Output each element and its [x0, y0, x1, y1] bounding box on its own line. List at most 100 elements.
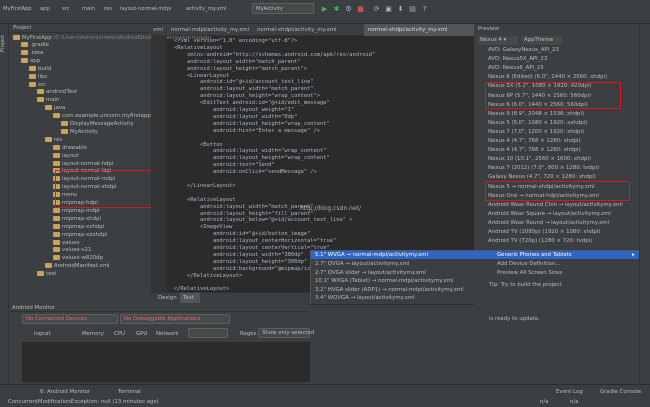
tree-item-label: values-v21	[62, 247, 92, 254]
device-option[interactable]: AVD: Nexus6_API_23	[480, 65, 544, 72]
popup-device-option[interactable]: 2.7" QVGA → layout/activitymy.xml	[315, 261, 409, 268]
device-option[interactable]: Android TV (720p) (1280 × 720: tvdpi)	[480, 238, 592, 245]
regex-checkbox[interactable]: Regex	[240, 331, 257, 338]
app-dropdown[interactable]: No Debuggable Applications	[120, 314, 230, 324]
folder-icon	[37, 89, 44, 95]
tree-item[interactable]: mipmap-xhdpi	[53, 215, 101, 223]
device-option[interactable]: AVD: Nexus5X_API_23	[480, 56, 547, 63]
device-option[interactable]: Nexus 9 (8.9", 2048 × 1536: xhdpi)	[480, 111, 584, 118]
tree-item[interactable]: .gradle	[21, 42, 49, 49]
tree-item[interactable]: layout-normal-hdpi	[53, 160, 113, 168]
tree-item[interactable]: AndroidManifest.xml	[45, 263, 110, 270]
tree-item[interactable]: test	[37, 271, 56, 278]
tree-item[interactable]: values-w820dp	[53, 255, 103, 262]
help-icon[interactable]: ?	[420, 5, 429, 14]
breadcrumb-layout[interactable]: layout-normal-mdpi	[120, 5, 171, 13]
tree-item[interactable]: app	[21, 57, 40, 65]
editor-tab-1[interactable]: normal-mdpi/activity_my.xml	[171, 27, 249, 34]
tree-item[interactable]: androidTest	[37, 89, 77, 96]
popup-add-device[interactable]: Add Device Definition...	[497, 261, 561, 268]
popup-device-option[interactable]: 3.4" WQVGA → layout/activitymy.xml	[315, 295, 415, 302]
monitor-tab-cpu[interactable]: CPU	[114, 331, 125, 338]
tree-item[interactable]: MyActivity	[61, 128, 98, 136]
tree-item[interactable]: layout	[53, 152, 79, 160]
theme-select-label: AppTheme	[524, 37, 554, 43]
run-icon[interactable]: ▶	[320, 5, 329, 14]
tree-item[interactable]: drawable	[53, 144, 87, 152]
popup-device-option[interactable]: 2.7" QVGA slider → layout/activitymy.xml	[315, 270, 426, 277]
device-option[interactable]: AVD: GalaxyNexus_API_23	[480, 47, 559, 54]
tool-tab-gradle-console[interactable]: Gradle Console	[600, 389, 641, 396]
code-line: android:layout_width="0dp"	[174, 113, 298, 120]
device-option[interactable]: Nexus 5 (5.0", 1080 × 1920: xxhdpi)	[480, 120, 587, 127]
device-option[interactable]: Android Wear Round Chin → layout/activit…	[480, 202, 623, 209]
tree-item[interactable]: DisplayMessageActivity	[61, 121, 134, 128]
tab-project[interactable]: Project	[0, 28, 9, 58]
popup-selected-item[interactable]: 5.1" WVGA → normal-mdpi/activitymy.xml	[311, 251, 489, 259]
tree-item[interactable]: com.example.unicom.myfirstapp	[53, 113, 151, 120]
tree-item[interactable]: mipmap-xxxhdpi	[53, 231, 107, 239]
monitor-tab-network[interactable]: Network	[156, 331, 179, 338]
breadcrumb-app[interactable]: app	[40, 5, 50, 13]
tree-item[interactable]: mipmap-mdpi	[53, 207, 100, 215]
device-option[interactable]: Nexus 4 (4.7", 768 × 1280: xhdpi)	[480, 138, 581, 145]
avd-manager-icon[interactable]: ▣	[384, 5, 393, 14]
breadcrumb-res[interactable]: res	[104, 5, 112, 13]
tree-item[interactable]: mipmap-xxhdpi	[53, 223, 104, 231]
sync-icon[interactable]: ⟳	[372, 5, 381, 14]
run-config-label: MyActivity	[256, 6, 283, 12]
debug-icon[interactable]: ✱	[332, 5, 341, 14]
popup-device-option[interactable]: 3.2" HVGA slider (ADP1) → normal-mdpi/ac…	[315, 287, 464, 294]
stop-icon[interactable]: ■	[356, 5, 365, 14]
device-option[interactable]: Android Wear Round → layout/activitymy.x…	[480, 220, 609, 227]
tree-item[interactable]: libs	[29, 73, 47, 81]
tool-tab-terminal[interactable]: Terminal	[118, 389, 141, 396]
tab-text[interactable]: Text	[180, 293, 200, 303]
attach-icon[interactable]: ⚙	[344, 5, 353, 14]
editor-tab-active[interactable]: normal-xhdpi/activity_my.xml	[364, 24, 474, 36]
device-dropdown[interactable]: No Connected Devices	[22, 314, 118, 324]
code-line: <RelativeLayout	[174, 44, 223, 51]
editor-tab-0[interactable]: xml	[153, 27, 163, 34]
tree-item[interactable]: .idea	[21, 49, 43, 57]
editor-tab-2[interactable]: normal-xhdpi/activity_my.xml	[257, 27, 337, 34]
tool-tab-android-monitor[interactable]: 6: Android Monitor	[40, 389, 90, 396]
tree-item[interactable]: java	[45, 105, 65, 112]
device-option[interactable]: Nexus 10 (10.1", 2560 × 1600: xhdpi)	[480, 156, 591, 163]
breadcrumb-file[interactable]: activity_my.xml	[186, 5, 226, 13]
breadcrumb-src[interactable]: src	[62, 5, 70, 13]
sdk-manager-icon[interactable]: ⬇	[396, 5, 405, 14]
device-option[interactable]: Nexus 7 (7.0", 1200 × 1920: xhdpi)	[480, 129, 584, 136]
device-option[interactable]: Android TV (1080p) (1920 × 1080: xhdpi)	[480, 229, 600, 236]
run-config-select[interactable]: MyActivity	[252, 3, 314, 14]
popup-generic-phones[interactable]: Generic Phones and Tablets ▸	[489, 251, 639, 259]
device-option[interactable]: Nexus 7 (2012) (7.0", 800 × 1280: tvdpi)	[480, 165, 599, 172]
code-line: android:layout_weight="1"	[174, 107, 295, 113]
code-line: android:layout_below="@+id/account_text_…	[174, 217, 353, 224]
tab-design[interactable]: Design	[154, 293, 180, 303]
tree-item[interactable]: build	[29, 65, 51, 73]
filter-select[interactable]: Show only selected	[258, 328, 314, 338]
monitor-tab-logcat[interactable]: logcat	[34, 331, 51, 338]
tree-item[interactable]: values	[53, 239, 80, 247]
monitor-tab-gpu[interactable]: GPU	[136, 331, 147, 338]
monitor-tab-memory[interactable]: Memory	[82, 331, 104, 338]
logcat-output[interactable]	[22, 342, 310, 382]
tree-item[interactable]: main	[37, 97, 59, 104]
tree-item[interactable]: values-v21	[53, 247, 91, 254]
popup-device-option[interactable]: 10.1" WXGA (Tablet) → normal-mdpi/activi…	[315, 278, 453, 285]
device-select[interactable]: Nexus 4 ▾	[478, 36, 518, 45]
device-option[interactable]: Nexus 6 (Edited) (6.0", 1440 × 2560: xhd…	[480, 74, 607, 81]
theme-select[interactable]: AppTheme	[522, 36, 562, 45]
popup-preview-all[interactable]: Preview All Screen Sizes	[497, 270, 562, 277]
device-monitor-icon[interactable]: ▤	[408, 5, 417, 14]
log-level-select[interactable]	[188, 328, 228, 338]
device-option[interactable]: Nexus 4 (4.7", 768 × 1280: xhdpi)	[480, 147, 581, 154]
top-toolbar: MyFirstApp app src main res layout-norma…	[0, 0, 650, 24]
device-option[interactable]: Android Wear Square → layout/activitymy.…	[480, 211, 611, 218]
tree-item[interactable]: res	[45, 136, 62, 144]
tree-item[interactable]: src	[29, 81, 46, 89]
breadcrumb-main[interactable]: main	[82, 5, 95, 13]
tool-tab-event-log[interactable]: Event Log	[556, 389, 583, 396]
breadcrumb-project[interactable]: MyFirstApp	[3, 5, 32, 13]
